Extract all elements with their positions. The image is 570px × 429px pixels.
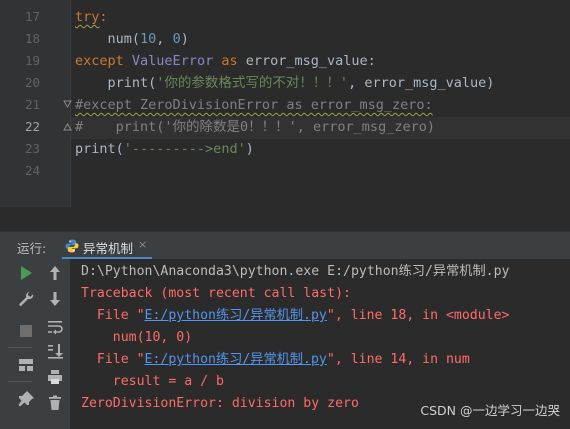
run-toolbar-primary <box>0 259 40 429</box>
code-token: print( <box>75 141 124 157</box>
code-comment: # print('你的除数是0！！！', error_msg_zero) <box>75 119 435 135</box>
run-panel-header: 运行: 异常机制 × <box>0 231 570 260</box>
console-text: File " <box>81 308 145 323</box>
code-token: , error_msg_value) <box>348 75 495 91</box>
line-number: 19 <box>24 53 40 68</box>
code-token: num( <box>107 31 141 47</box>
code-comment: #except ZeroDivisionError as error_msg_z… <box>75 97 433 113</box>
code-token: ValueError <box>131 53 214 69</box>
code-token: 10 <box>140 31 157 47</box>
code-token: as <box>221 53 238 69</box>
console-traceback-code: result = a / b <box>81 374 224 389</box>
code-token: '你的参数格式写的不对！！！' <box>156 75 349 91</box>
code-token: error_msg_value: <box>245 53 376 69</box>
file-link[interactable]: E:/python练习/异常机制.py <box>145 352 327 367</box>
line-number: 17 <box>24 9 40 24</box>
line-number: 24 <box>24 163 40 178</box>
run-tab-label: 异常机制 <box>83 241 134 256</box>
code-line-19: except ValueError as error_msg_value: <box>75 50 376 72</box>
arrow-up-icon[interactable] <box>45 263 65 283</box>
soft-wrap-icon[interactable] <box>45 317 65 337</box>
line-number-current: 22 <box>24 119 40 134</box>
line-number: 23 <box>24 141 40 156</box>
code-token: ) <box>180 31 189 47</box>
code-editor[interactable]: 17 18 19 20 21 22 23 24 try: num(10, 0) … <box>0 0 570 207</box>
code-token: except <box>75 53 124 69</box>
code-line-18: num(10, 0) <box>75 28 189 50</box>
line-number: 21 <box>24 97 40 112</box>
code-token: : <box>99 9 108 25</box>
code-token: try <box>75 9 100 25</box>
code-line-23: print('--------->end') <box>75 138 254 160</box>
run-panel-title: 运行: <box>17 241 47 256</box>
console-command-line: D:\Python\Anaconda3\python.exe E:/python… <box>81 264 510 279</box>
console-traceback-code: num(10, 0) <box>81 330 193 345</box>
toolbar-divider <box>8 381 32 382</box>
fold-marker-icon[interactable] <box>63 100 72 109</box>
code-token: 0 <box>172 31 181 47</box>
console-traceback-header: Traceback (most recent call last): <box>81 286 351 301</box>
panel-splitter[interactable] <box>0 207 570 232</box>
run-toolbar-secondary <box>40 259 71 429</box>
run-config-tab[interactable]: 异常机制 × <box>62 232 152 260</box>
wrench-icon[interactable] <box>16 289 36 309</box>
trash-icon[interactable] <box>45 393 65 413</box>
toolbar-divider <box>8 347 32 348</box>
file-link[interactable]: E:/python练习/异常机制.py <box>145 308 327 323</box>
code-line-21: #except ZeroDivisionError as error_msg_z… <box>75 94 433 116</box>
print-icon[interactable] <box>45 367 65 387</box>
run-icon[interactable] <box>16 263 36 283</box>
watermark-text: CSDN @一边学习一边哭 <box>420 403 560 418</box>
code-token: ) <box>245 141 254 157</box>
code-line-20: print('你的参数格式写的不对！！！', error_msg_value) <box>75 72 495 94</box>
fold-marker-icon[interactable] <box>63 122 72 131</box>
pin-icon[interactable] <box>16 389 36 409</box>
console-traceback-frame: File "E:/python练习/异常机制.py", line 18, in … <box>81 305 510 327</box>
close-icon[interactable]: × <box>138 238 147 251</box>
code-token: , <box>156 31 173 47</box>
console-text: ", line 18, in <module> <box>326 308 510 323</box>
layout-icon[interactable] <box>16 355 36 375</box>
console-text: File " <box>81 352 145 367</box>
code-token: '--------->end' <box>123 141 246 157</box>
console-traceback-frame: File "E:/python练习/异常机制.py", line 14, in … <box>81 349 470 371</box>
line-number: 20 <box>24 75 40 90</box>
arrow-down-icon[interactable] <box>45 289 65 309</box>
line-number: 18 <box>24 31 40 46</box>
python-icon <box>65 239 79 253</box>
console-text: ", line 14, in num <box>326 352 470 367</box>
code-line-17: try: <box>75 6 108 28</box>
code-line-22: # print('你的除数是0！！！', error_msg_zero) <box>75 116 435 138</box>
code-token: print( <box>107 75 157 91</box>
scroll-to-end-icon[interactable] <box>45 341 65 361</box>
stop-icon[interactable] <box>16 321 36 341</box>
console-error-message: ZeroDivisionError: division by zero <box>81 396 359 411</box>
